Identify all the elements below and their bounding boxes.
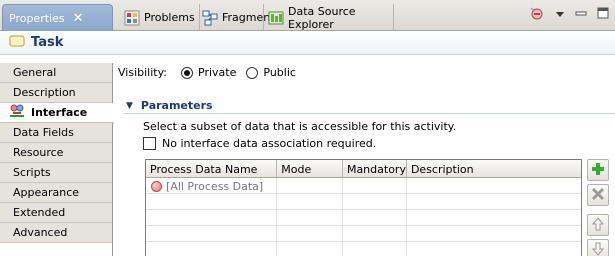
tab-problems-label: Problems [144, 11, 195, 24]
fragments-icon [202, 10, 218, 26]
column-header-mode[interactable]: Mode [277, 160, 343, 178]
sidetab-label: Description [13, 86, 76, 99]
pin-view-icon[interactable] [529, 6, 545, 23]
visibility-private-option[interactable]: Private [181, 66, 236, 79]
sidetab-advanced[interactable]: Advanced [0, 223, 112, 243]
sidetab-extended[interactable]: Extended [0, 203, 112, 223]
data-source-explorer-icon [268, 10, 284, 26]
tab-properties[interactable]: Properties ✕ [2, 4, 113, 31]
sidetab-interface[interactable]: Interface [0, 103, 114, 123]
arrow-down-icon [591, 242, 605, 256]
properties-header: Task [0, 31, 615, 55]
table-cell-mode [277, 178, 344, 194]
sidetab-label: Advanced [13, 226, 68, 239]
sidetab-data-fields[interactable]: Data Fields [0, 123, 112, 143]
sidetab-general[interactable]: General [0, 63, 112, 83]
sidetab-label: Resource [13, 146, 64, 159]
sidetab-resource[interactable]: Resource [0, 143, 112, 163]
table-row [146, 242, 581, 256]
tab-data-source-explorer-label: Data Source Explorer [288, 4, 356, 31]
interface-icon [9, 104, 25, 121]
add-icon [591, 162, 605, 179]
move-down-button[interactable] [587, 239, 609, 256]
sidetab-scripts[interactable]: Scripts [0, 163, 112, 183]
remove-parameter-button[interactable] [587, 184, 609, 206]
table-cell-description [407, 178, 581, 194]
sidetab-label: Extended [13, 206, 66, 219]
tab-fragments[interactable]: Fragments [200, 4, 280, 31]
sidetab-description[interactable]: Description [0, 83, 112, 103]
public-radio[interactable] [246, 66, 259, 79]
public-label: Public [263, 66, 296, 79]
properties-side-tabs: General Description Interface Data Field… [0, 63, 114, 256]
remove-icon [591, 187, 605, 204]
sidetab-label: Data Fields [13, 126, 74, 139]
table-row[interactable]: [All Process Data] [146, 178, 581, 194]
sidetab-label: Interface [31, 106, 88, 119]
table-row [146, 226, 581, 242]
table-header: Process Data Name Mode Mandatory Descrip… [146, 160, 581, 178]
view-menu-icon[interactable] [555, 8, 565, 21]
visibility-group: Visibility: Private Public [118, 66, 306, 79]
parameters-table[interactable]: Process Data Name Mode Mandatory Descrip… [145, 159, 582, 256]
tab-problems[interactable]: Problems [118, 4, 200, 31]
page-title: Task [31, 35, 64, 50]
arrow-up-icon [591, 216, 605, 234]
minimize-icon[interactable] [575, 8, 587, 21]
task-icon [9, 35, 25, 50]
column-header-mandatory[interactable]: Mandatory [343, 160, 407, 178]
sidetab-label: General [13, 66, 57, 79]
private-label: Private [198, 66, 237, 79]
tab-data-source-explorer[interactable]: Data Source Explorer [266, 4, 394, 31]
table-actions [587, 159, 611, 256]
column-header-process-data-name[interactable]: Process Data Name [146, 160, 278, 178]
table-cell-name: [All Process Data] [146, 178, 278, 194]
table-cell-mandatory [343, 178, 407, 194]
collapse-triangle-icon[interactable]: ▼ [126, 101, 133, 111]
move-up-button[interactable] [587, 214, 609, 236]
no-interface-association-checkbox[interactable] [143, 137, 156, 150]
view-toolbar [529, 6, 609, 23]
tab-properties-label: Properties [9, 11, 65, 25]
visibility-public-option[interactable]: Public [246, 66, 296, 79]
problems-icon [124, 10, 140, 26]
table-row [146, 194, 581, 210]
process-data-name: [All Process Data] [166, 179, 264, 193]
column-header-description[interactable]: Description [407, 160, 581, 178]
maximize-icon[interactable] [597, 7, 609, 22]
view-tab-bar: Properties ✕ Problems Fragments Data Sou… [0, 0, 615, 31]
sidetab-label: Appearance [13, 186, 80, 199]
parameters-title: Parameters [140, 99, 213, 112]
interface-panel: Visibility: Private Public ▼ Parameters … [114, 56, 615, 256]
no-interface-association-row[interactable]: No interface data association required. [143, 137, 376, 150]
add-parameter-button[interactable] [587, 159, 609, 181]
close-icon[interactable]: ✕ [73, 11, 84, 26]
checkbox-label: No interface data association required. [162, 137, 377, 150]
parameters-description: Select a subset of data that is accessib… [143, 120, 457, 133]
sidetab-appearance[interactable]: Appearance [0, 183, 112, 203]
process-data-icon [151, 180, 162, 192]
table-row [146, 210, 581, 226]
parameters-section-header[interactable]: ▼ Parameters [124, 98, 615, 114]
sidetab-label: Scripts [13, 166, 51, 179]
visibility-label: Visibility: [118, 66, 168, 79]
private-radio[interactable] [181, 66, 194, 79]
